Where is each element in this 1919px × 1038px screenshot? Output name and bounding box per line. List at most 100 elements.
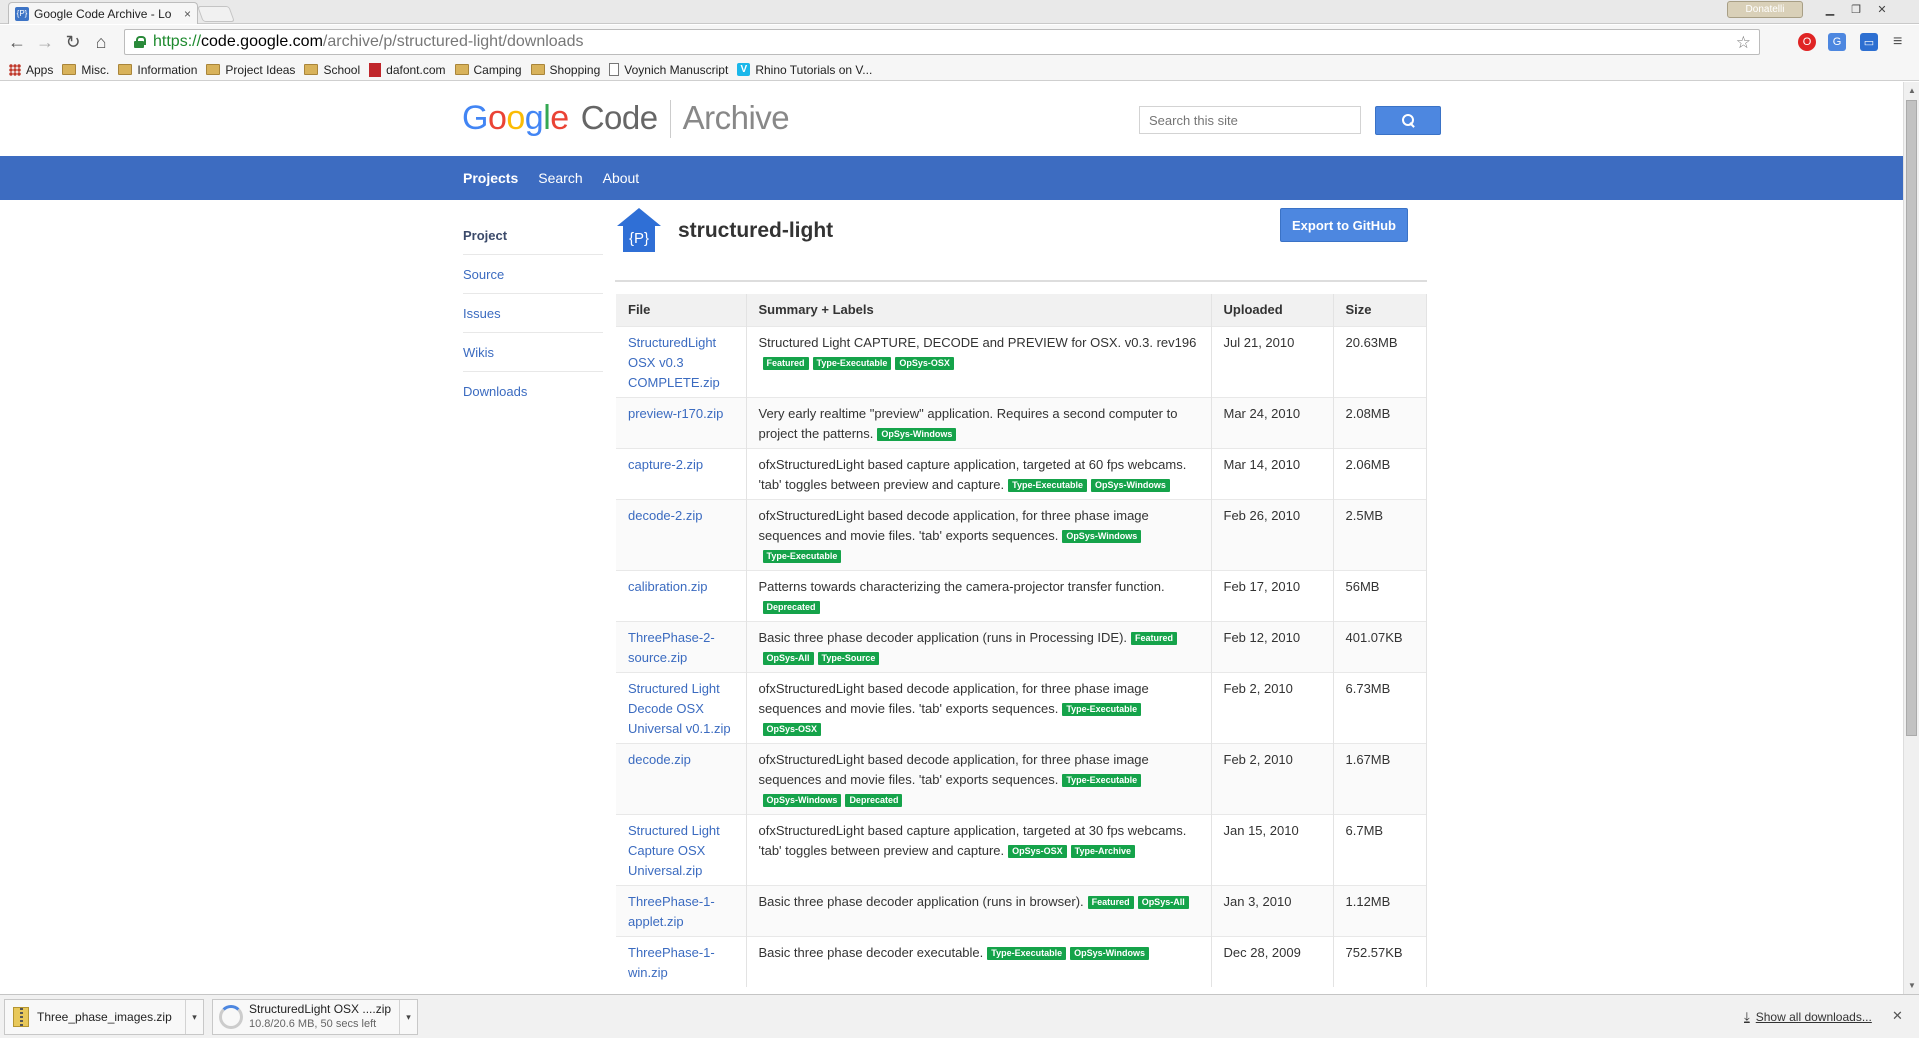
label-badge[interactable]: Featured: [762, 356, 809, 370]
chrome-menu-icon[interactable]: ≡: [1893, 33, 1902, 51]
forward-arrow-icon[interactable]: →: [34, 31, 56, 53]
nav-projects[interactable]: Projects: [463, 170, 518, 186]
nav-about[interactable]: About: [603, 170, 640, 186]
label-badge[interactable]: Type-Executable: [1062, 773, 1142, 787]
tab-close-icon[interactable]: ×: [184, 7, 191, 21]
window-close-icon[interactable]: ✕: [1871, 2, 1893, 17]
download-menu-caret-icon[interactable]: ▾: [185, 1000, 203, 1034]
label-badge[interactable]: Featured: [1087, 895, 1134, 909]
sidebar-item-project[interactable]: Project: [463, 216, 603, 255]
bookmark-star-icon[interactable]: ☆: [1736, 33, 1751, 53]
column-header-uploaded: Uploaded: [1211, 294, 1334, 326]
download-item-in-progress[interactable]: StructuredLight OSX ....zip 10.8/20.6 MB…: [212, 999, 418, 1035]
sidebar-item-downloads[interactable]: Downloads: [463, 372, 603, 411]
scroll-up-arrow-icon[interactable]: ▲: [1908, 86, 1916, 95]
table-row: calibration.zip Patterns towards characte…: [616, 569, 1427, 621]
reload-icon[interactable]: ↻: [62, 31, 84, 53]
label-badge[interactable]: OpSys-Windows: [762, 793, 842, 807]
close-shelf-icon[interactable]: ✕: [1892, 1008, 1903, 1024]
label-badge[interactable]: Type-Executable: [987, 946, 1067, 960]
show-all-downloads-link[interactable]: ⤓ Show all downloads...: [1744, 1009, 1872, 1025]
profile-badge[interactable]: Donatelli: [1727, 1, 1803, 18]
site-search-input[interactable]: [1139, 106, 1361, 134]
summary-cell: Basic three phase decoder executable. Typ…: [746, 935, 1212, 987]
label-badge[interactable]: OpSys-Windows: [1070, 946, 1150, 960]
scrollbar-thumb[interactable]: [1906, 100, 1917, 736]
label-badge[interactable]: Type-Executable: [1008, 478, 1087, 492]
bookmark-item[interactable]: Information: [118, 63, 197, 77]
bookmark-label: Apps: [26, 62, 54, 77]
file-link[interactable]: decode.zip: [616, 742, 747, 814]
home-icon[interactable]: ⌂: [90, 31, 112, 53]
bookmark-item[interactable]: dafont.com: [369, 62, 446, 77]
bookmark-item[interactable]: Voynich Manuscript: [609, 63, 728, 77]
file-link[interactable]: preview-r170.zip: [616, 396, 747, 448]
label-badge[interactable]: OpSys-Windows: [877, 427, 957, 441]
export-to-github-button[interactable]: Export to GitHub: [1280, 208, 1408, 242]
nav-search[interactable]: Search: [538, 170, 582, 186]
label-badge[interactable]: OpSys-OSX: [762, 722, 822, 736]
label-badge[interactable]: Type-Executable: [1062, 702, 1142, 716]
bookmark-item[interactable]: School: [304, 63, 360, 77]
label-badge[interactable]: Deprecated: [845, 793, 903, 807]
scroll-down-arrow-icon[interactable]: ▼: [1908, 981, 1916, 990]
label-badge[interactable]: OpSys-All: [1137, 895, 1189, 909]
file-link[interactable]: Structured Light Capture OSX Universal.z…: [616, 813, 747, 885]
download-info: StructuredLight OSX ....zip 10.8/20.6 MB…: [249, 1002, 399, 1032]
label-badge[interactable]: OpSys-OSX: [895, 356, 954, 370]
screen-extension-icon[interactable]: ▭: [1860, 33, 1878, 51]
file-size: 401.07KB: [1333, 620, 1427, 672]
minimize-icon[interactable]: ▁: [1819, 2, 1841, 17]
bookmark-item[interactable]: Camping: [454, 63, 522, 77]
tab-strip: {P} Google Code Archive - Lo × Donatelli…: [0, 0, 1919, 24]
label-badge[interactable]: OpSys-Windows: [1062, 529, 1142, 543]
file-size: 1.67MB: [1333, 742, 1427, 814]
bookmark-item[interactable]: Project Ideas: [206, 63, 295, 77]
folder-icon: [530, 64, 545, 75]
translate-extension-icon[interactable]: G: [1828, 33, 1846, 51]
file-link[interactable]: ThreePhase-1-applet.zip: [616, 884, 747, 936]
table-header-row: File Summary + Labels Uploaded Size: [616, 294, 1427, 326]
file-link[interactable]: StructuredLight OSX v0.3 COMPLETE.zip: [616, 325, 747, 397]
search-button[interactable]: [1375, 106, 1441, 135]
file-link[interactable]: ThreePhase-2-source.zip: [616, 620, 747, 672]
download-menu-caret-icon[interactable]: ▾: [399, 1000, 417, 1034]
bookmark-item[interactable]: Misc.: [62, 63, 109, 77]
new-tab-button[interactable]: [197, 6, 235, 22]
label-badge[interactable]: Type-Source: [817, 651, 880, 665]
bookmark-label: Misc.: [81, 62, 110, 77]
logo-letter: e: [550, 99, 569, 137]
google-code-archive-logo[interactable]: Google Code Archive: [462, 99, 790, 138]
label-badge[interactable]: OpSys-Windows: [1090, 478, 1170, 492]
restore-icon[interactable]: ❐: [1845, 2, 1867, 17]
file-link[interactable]: calibration.zip: [616, 569, 747, 621]
page-viewport: Google Code Archive Projects Search Abou…: [0, 82, 1903, 994]
project-header: {P} structured-light Export to GitHub: [615, 206, 1427, 282]
file-link[interactable]: capture-2.zip: [616, 447, 747, 499]
bookmark-item[interactable]: Apps: [9, 63, 53, 77]
download-item-complete[interactable]: Three_phase_images.zip ▾: [4, 999, 204, 1035]
label-badge[interactable]: Type-Archive: [1070, 844, 1135, 858]
back-arrow-icon[interactable]: ←: [6, 31, 28, 53]
opera-extension-icon[interactable]: O: [1798, 33, 1816, 51]
table-row: preview-r170.zip Very early realtime "pre…: [616, 396, 1427, 448]
sidebar-item-wikis[interactable]: Wikis: [463, 333, 603, 372]
label-badge[interactable]: Type-Executable: [762, 549, 842, 563]
sidebar-item-issues[interactable]: Issues: [463, 294, 603, 333]
bookmark-item[interactable]: Shopping: [530, 63, 600, 77]
label-badge[interactable]: Featured: [1131, 631, 1178, 645]
label-badge[interactable]: Type-Executable: [812, 356, 892, 370]
file-link[interactable]: ThreePhase-1-win.zip: [616, 935, 747, 987]
file-link[interactable]: decode-2.zip: [616, 498, 747, 570]
sidebar-item-source[interactable]: Source: [463, 255, 603, 294]
label-badge[interactable]: Deprecated: [762, 600, 820, 614]
browser-tab[interactable]: {P} Google Code Archive - Lo ×: [8, 2, 198, 24]
vertical-scrollbar[interactable]: ▲ ▼: [1903, 82, 1919, 994]
site-header: Google Code Archive: [0, 82, 1903, 156]
label-badge[interactable]: OpSys-OSX: [1008, 844, 1067, 858]
address-bar[interactable]: https://code.google.com/archive/p/struct…: [124, 29, 1760, 55]
file-link[interactable]: Structured Light Decode OSX Universal v0…: [616, 671, 747, 743]
bookmark-item[interactable]: V Rhino Tutorials on V...: [737, 63, 872, 77]
file-size: 2.06MB: [1333, 447, 1427, 499]
label-badge[interactable]: OpSys-All: [762, 651, 814, 665]
